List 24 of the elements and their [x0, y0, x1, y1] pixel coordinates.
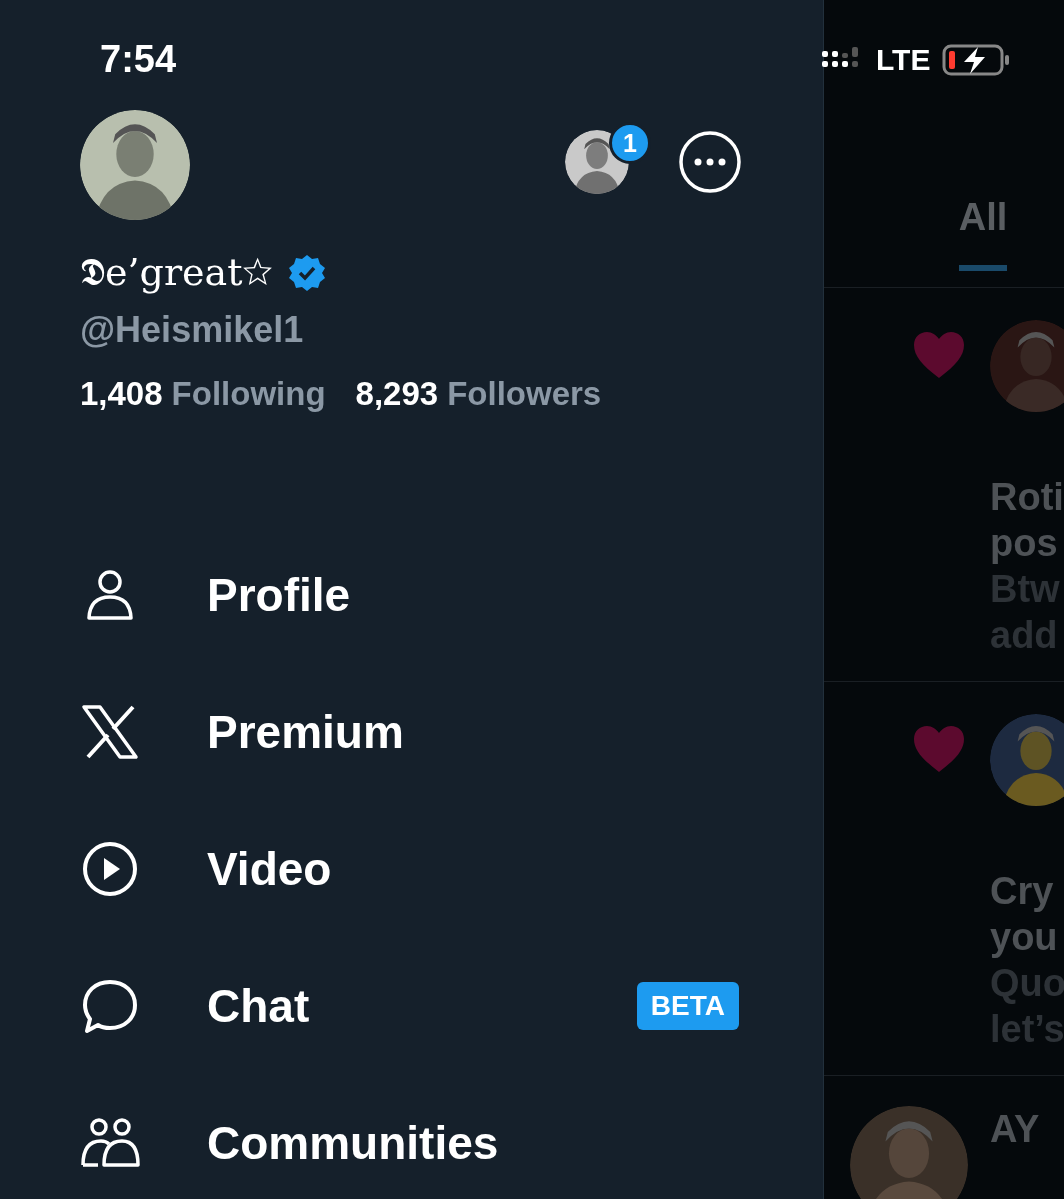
menu-item[interactable]: Premium	[207, 704, 739, 759]
battery-charging-icon	[942, 44, 1011, 76]
following-label[interactable]: Following	[171, 375, 326, 413]
followers-label[interactable]: Followers	[447, 375, 602, 413]
followers-count[interactable]: 8,293	[355, 375, 439, 413]
more-icon[interactable]	[679, 131, 741, 193]
post-text: you	[990, 915, 1059, 960]
menu-item[interactable]: Chat	[207, 978, 637, 1033]
beta-badge: BETA	[636, 981, 739, 1030]
post-text: pos	[990, 521, 1059, 566]
notification-badge: 1	[609, 122, 651, 164]
username: @Heismikel1	[80, 309, 304, 351]
heart-icon	[912, 724, 966, 774]
menu-item[interactable]: Communities	[207, 1115, 739, 1170]
heart-icon	[912, 330, 966, 380]
following-count[interactable]: 1,408	[80, 375, 163, 413]
post-text: Roti	[990, 475, 1064, 520]
display-name: 𝕯e’great☆	[80, 250, 274, 295]
post-text: Cry	[990, 869, 1055, 914]
post-text: AY	[990, 1107, 1041, 1152]
network-label: LTE	[876, 43, 931, 77]
menu-item[interactable]: Video	[207, 841, 739, 896]
menu-item[interactable]: Profile	[207, 567, 739, 622]
status-time: 7:54	[100, 38, 177, 81]
